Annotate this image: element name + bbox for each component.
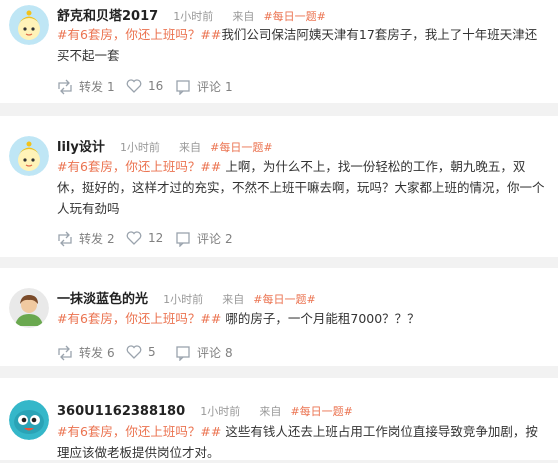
post-card: 360U1162388180 1小时前 来自 #每日一题# #有6套房，你还上班… bbox=[0, 378, 558, 460]
source-link[interactable]: #每日一题# bbox=[263, 10, 325, 23]
post-header: 一抹淡蓝色的光 1小时前 来自 #每日一题# bbox=[57, 288, 316, 307]
username[interactable]: 舒克和贝塔2017 bbox=[57, 9, 158, 24]
comment-button[interactable]: 评论 8 bbox=[175, 344, 233, 361]
post-text: 哪的房子，一个月能租7000？？？ bbox=[225, 311, 420, 326]
comment-label: 评论 bbox=[197, 346, 222, 360]
topic-tag-hash: # bbox=[210, 27, 222, 42]
like-count: 12 bbox=[148, 231, 164, 245]
post-header: lily设计 1小时前 来自 #每日一题# bbox=[57, 136, 273, 155]
like-count: 5 bbox=[148, 345, 156, 359]
repost-count: 6 bbox=[107, 345, 115, 360]
default-person-avatar-icon[interactable] bbox=[9, 288, 49, 328]
source-link[interactable]: #每日一题# bbox=[210, 141, 272, 154]
topic-tag-hash: # bbox=[210, 159, 222, 174]
timestamp[interactable]: 1小时前 bbox=[173, 10, 213, 23]
like-button[interactable]: 12 bbox=[126, 230, 163, 246]
topic-tag[interactable]: #有6套房，你还上班吗？# bbox=[57, 311, 211, 326]
cyan-bird-avatar-icon[interactable] bbox=[9, 400, 49, 440]
post-content: #有6套房，你还上班吗？## 这些有钱人还去上班占用工作岗位直接导致竞争加剧，按… bbox=[57, 421, 547, 463]
like-count: 16 bbox=[148, 79, 164, 93]
repost-button[interactable]: 转发 1 bbox=[57, 78, 115, 95]
source-link[interactable]: #每日一题# bbox=[253, 293, 315, 306]
repost-button[interactable]: 转发 6 bbox=[57, 344, 115, 361]
repost-button[interactable]: 转发 2 bbox=[57, 230, 115, 247]
yellow-doll-avatar-icon[interactable] bbox=[9, 5, 49, 45]
source-label: 来自 bbox=[222, 293, 245, 306]
post-card: 一抹淡蓝色的光 1小时前 来自 #每日一题# #有6套房，你还上班吗？## 哪的… bbox=[0, 268, 558, 366]
comment-button[interactable]: 评论 2 bbox=[175, 230, 233, 247]
comment-button[interactable]: 评论 1 bbox=[175, 78, 233, 95]
repost-icon bbox=[57, 345, 73, 361]
like-button[interactable]: 5 bbox=[126, 344, 156, 360]
repost-label: 转发 bbox=[79, 232, 104, 246]
post-card: 舒克和贝塔2017 1小时前 来自 #每日一题# #有6套房，你还上班吗？##我… bbox=[0, 0, 558, 103]
comment-count: 1 bbox=[225, 79, 233, 94]
yellow-doll-avatar-icon[interactable] bbox=[9, 136, 49, 176]
repost-icon bbox=[57, 79, 73, 95]
heart-icon bbox=[126, 230, 142, 246]
source-label: 来自 bbox=[179, 141, 202, 154]
source-label: 来自 bbox=[259, 405, 282, 418]
post-header: 舒克和贝塔2017 1小时前 来自 #每日一题# bbox=[57, 5, 326, 24]
timestamp[interactable]: 1小时前 bbox=[120, 141, 160, 154]
repost-count: 1 bbox=[107, 79, 115, 94]
repost-label: 转发 bbox=[79, 80, 104, 94]
post-header: 360U1162388180 1小时前 来自 #每日一题# bbox=[57, 400, 353, 419]
topic-tag[interactable]: #有6套房，你还上班吗？# bbox=[57, 27, 211, 42]
topic-tag[interactable]: #有6套房，你还上班吗？# bbox=[57, 159, 211, 174]
topic-tag-hash: # bbox=[210, 424, 222, 439]
username[interactable]: 一抹淡蓝色的光 bbox=[57, 292, 148, 307]
repost-icon bbox=[57, 231, 73, 247]
username[interactable]: 360U1162388180 bbox=[57, 404, 185, 419]
timestamp[interactable]: 1小时前 bbox=[163, 293, 203, 306]
comment-icon bbox=[175, 79, 191, 95]
feed: 舒克和贝塔2017 1小时前 来自 #每日一题# #有6套房，你还上班吗？##我… bbox=[0, 0, 558, 460]
like-button[interactable]: 16 bbox=[126, 78, 163, 94]
post-content: #有6套房，你还上班吗？## 上啊，为什么不上，找一份轻松的工作，朝九晚五，双休… bbox=[57, 156, 547, 219]
heart-icon bbox=[126, 344, 142, 360]
source-link[interactable]: #每日一题# bbox=[290, 405, 352, 418]
comment-icon bbox=[175, 231, 191, 247]
post-card: lily设计 1小时前 来自 #每日一题# #有6套房，你还上班吗？## 上啊，… bbox=[0, 116, 558, 257]
comment-count: 8 bbox=[225, 345, 233, 360]
repost-count: 2 bbox=[107, 231, 115, 246]
comment-label: 评论 bbox=[197, 232, 222, 246]
post-content: #有6套房，你还上班吗？##我们公司保洁阿姨天津有17套房子，我上了十年班天津还… bbox=[57, 24, 547, 66]
topic-tag[interactable]: #有6套房，你还上班吗？# bbox=[57, 424, 211, 439]
username[interactable]: lily设计 bbox=[57, 140, 105, 155]
repost-label: 转发 bbox=[79, 346, 104, 360]
comment-label: 评论 bbox=[197, 80, 222, 94]
topic-tag-hash: # bbox=[210, 311, 222, 326]
post-content: #有6套房，你还上班吗？## 哪的房子，一个月能租7000？？？ bbox=[57, 308, 547, 329]
comment-icon bbox=[175, 345, 191, 361]
timestamp[interactable]: 1小时前 bbox=[200, 405, 240, 418]
heart-icon bbox=[126, 78, 142, 94]
comment-count: 2 bbox=[225, 231, 233, 246]
source-label: 来自 bbox=[232, 10, 255, 23]
